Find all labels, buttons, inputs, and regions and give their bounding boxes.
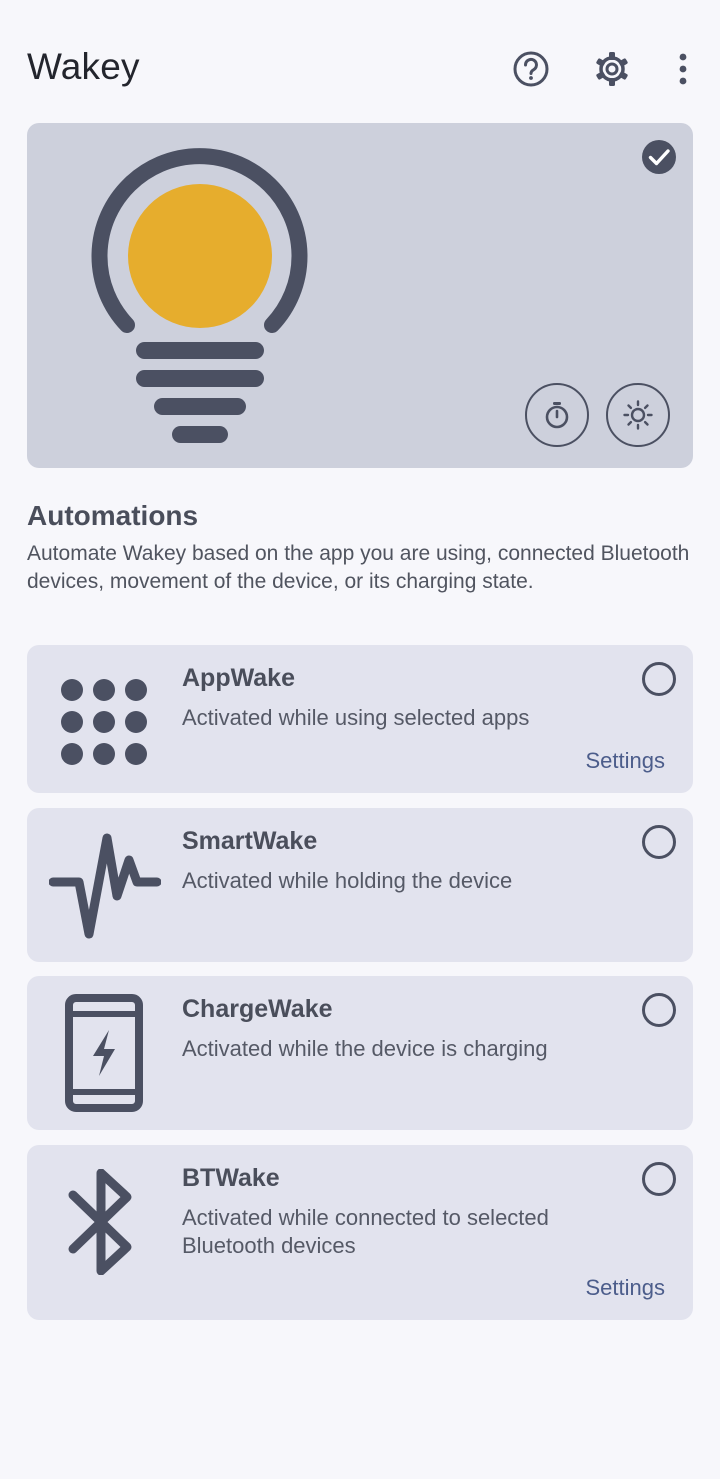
- settings-gear-icon[interactable]: [591, 48, 633, 90]
- smartwake-subtitle: Activated while holding the device: [182, 868, 513, 893]
- btwake-card[interactable]: BTWake Activated while connected to sele…: [27, 1145, 693, 1320]
- appwake-title: AppWake: [182, 664, 295, 692]
- more-vert-icon[interactable]: [662, 48, 704, 90]
- smartwake-title: SmartWake: [182, 827, 318, 855]
- timer-icon: [545, 402, 569, 429]
- app-title: Wakey: [27, 46, 140, 87]
- btwake-radio[interactable]: [642, 1162, 676, 1196]
- appwake-subtitle: Activated while using selected apps: [182, 705, 530, 730]
- btwake-settings-link[interactable]: Settings: [586, 1275, 666, 1301]
- smartwake-card[interactable]: SmartWake Activated while holding the de…: [27, 808, 693, 962]
- lightbulb-icon: [91, 148, 308, 443]
- appwake-settings-link[interactable]: Settings: [586, 748, 666, 774]
- chargewake-card[interactable]: ChargeWake Activated while the device is…: [27, 976, 693, 1130]
- help-icon[interactable]: [510, 48, 552, 90]
- chargewake-subtitle: Activated while the device is charging: [182, 1036, 548, 1061]
- brightness-button[interactable]: [606, 383, 670, 447]
- apps-grid-icon: [61, 679, 147, 765]
- activity-icon: [49, 833, 161, 939]
- brightness-icon: [623, 400, 653, 430]
- appwake-card[interactable]: AppWake Activated while using selected a…: [27, 645, 693, 793]
- chargewake-title: ChargeWake: [182, 995, 333, 1023]
- timer-button[interactable]: [525, 383, 589, 447]
- automations-title: Automations: [27, 500, 199, 531]
- chargewake-radio[interactable]: [642, 993, 676, 1027]
- wakey-toggle-card[interactable]: [27, 123, 693, 468]
- check-circle-icon: [642, 140, 676, 174]
- appwake-radio[interactable]: [642, 662, 676, 696]
- smartwake-radio[interactable]: [642, 825, 676, 859]
- btwake-subtitle: Activated while connected to selected Bl…: [182, 1205, 549, 1258]
- automations-description: Automate Wakey based on the app you are …: [27, 542, 690, 593]
- btwake-title: BTWake: [182, 1164, 280, 1192]
- bulb-light: [128, 184, 272, 328]
- phone-charging-icon: [65, 994, 143, 1112]
- bluetooth-icon: [68, 1169, 132, 1275]
